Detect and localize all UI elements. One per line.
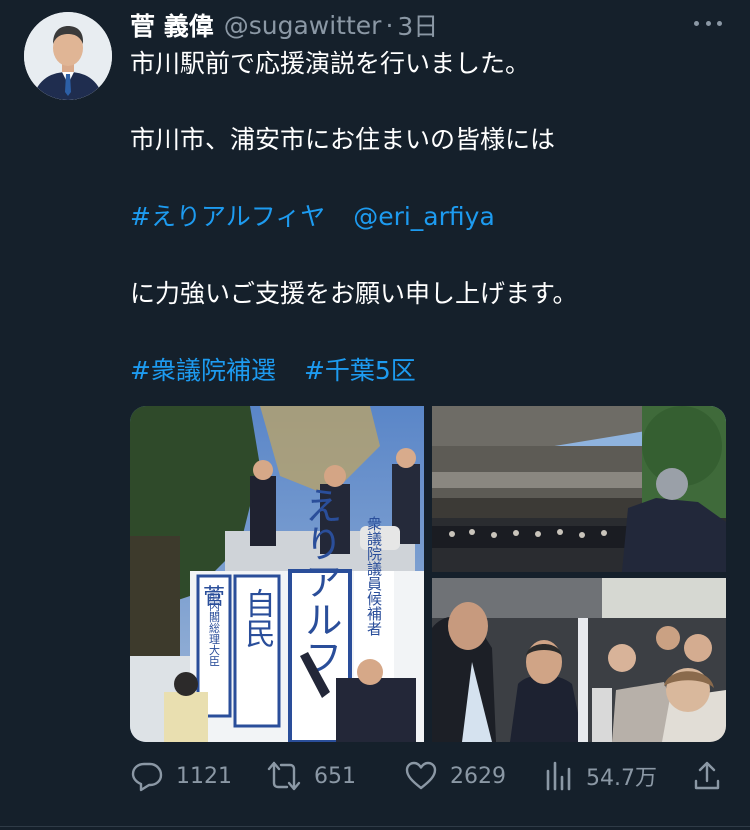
sign-label: 衆議院議員候補者 [365, 516, 383, 636]
like-button[interactable]: 2629 [404, 756, 506, 796]
media-image-1[interactable]: 菅 前内閣総理大臣 自民 えりアルフ 衆議院議員候補者 [130, 406, 424, 742]
avatar[interactable] [24, 12, 112, 100]
hashtag-link[interactable]: #衆議院補選 [130, 356, 276, 385]
media-grid: 菅 前内閣総理大臣 自民 えりアルフ 衆議院議員候補者 [130, 406, 726, 742]
sign-side-sub: 前内閣総理大臣 [208, 588, 221, 666]
views-count: 54.7万 [586, 766, 657, 791]
tweet-header: 菅 義偉 @sugawitter · 3日 [130, 8, 438, 42]
tweet[interactable]: 菅 義偉 @sugawitter · 3日 市川駅前で応援演説を行いました。 市… [0, 0, 750, 830]
reply-icon [131, 762, 163, 792]
share-icon [694, 761, 720, 790]
retweet-button[interactable]: 651 [266, 756, 356, 796]
hashtag-link[interactable]: #えりアルフィヤ [130, 202, 325, 231]
hashtag-link[interactable]: #千葉5区 [304, 356, 416, 385]
divider [0, 826, 750, 827]
sign-party: 自民 [240, 588, 275, 648]
retweet-icon [267, 761, 301, 791]
views-button[interactable]: 54.7万 [544, 756, 657, 796]
action-bar: 1121 651 2629 54.7万 [130, 756, 730, 796]
author-handle[interactable]: @sugawitter [224, 11, 382, 40]
sign-name: えりアルフ [298, 486, 342, 676]
tweet-text-line-3: #えりアルフィヤ @eri_arfiya [130, 200, 495, 234]
tweet-text-line-1: 市川駅前で応援演説を行いました。 [130, 49, 531, 78]
heart-icon [405, 761, 437, 790]
views-chart-icon [546, 761, 571, 791]
share-button[interactable] [692, 756, 722, 796]
reply-count: 1121 [176, 763, 232, 789]
mention-link[interactable]: @eri_arfiya [353, 202, 495, 231]
tweet-text-line-4: に力強いご支援をお願い申し上げます。 [130, 279, 578, 308]
reply-button[interactable]: 1121 [130, 756, 232, 796]
tweet-time[interactable]: 3日 [397, 7, 438, 43]
retweet-count: 651 [314, 763, 356, 789]
author-name[interactable]: 菅 義偉 [130, 7, 214, 43]
media-image-3[interactable] [432, 578, 726, 742]
tweet-text-line-2: 市川市、浦安市にお住まいの皆様には [130, 125, 556, 154]
like-count: 2629 [450, 763, 506, 789]
tweet-text-line-5: #衆議院補選 #千葉5区 [130, 354, 416, 388]
avatar-image [24, 12, 112, 100]
separator-dot: · [385, 10, 394, 40]
media-image-2[interactable] [432, 406, 726, 572]
more-options-icon[interactable] [692, 12, 724, 34]
